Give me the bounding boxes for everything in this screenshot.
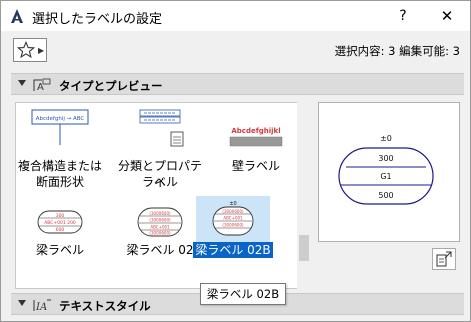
close-button[interactable]: ✕: [437, 6, 457, 26]
svg-text:(300X600): (300X600): [149, 211, 171, 216]
section-label: タイプとプレビュー: [59, 79, 163, 93]
label-type-name-line2: ラベル: [141, 175, 178, 189]
help-button[interactable]: ?: [393, 6, 413, 26]
label-type-name-line2: 断面形状: [35, 175, 84, 189]
svg-text:±0: ±0: [380, 134, 392, 143]
beam-label-preview: ±0 300 G1 500: [338, 134, 434, 205]
svg-text:G1: G1: [380, 172, 391, 181]
svg-text:IA: IA: [35, 302, 47, 313]
svg-text:ABC+001 200: ABC+001 200: [44, 220, 76, 226]
collapse-triangle-icon: [18, 300, 26, 306]
label-type-name: 複合構造または: [17, 159, 102, 173]
dialog-title: 選択したラベルの設定: [32, 12, 163, 27]
text-style-icon: IA: [33, 299, 51, 313]
beam-02-label-thumb: (300X600) (300X600) ABC+001 (300X600): [137, 207, 183, 237]
chevron-right-icon: ▶: [38, 45, 45, 55]
svg-text:ABC+001: ABC+001: [150, 225, 170, 230]
star-icon: [17, 41, 35, 59]
svg-text:300: 300: [56, 213, 65, 219]
section-label: テキストスタイル: [59, 299, 151, 313]
svg-text:ABC+001: ABC+001: [223, 216, 243, 221]
beam-02b-label-thumb: ±0 (300X600) ABC+001 (300X600): [212, 201, 254, 236]
label-type-beam[interactable]: 300 ABC+001 200 600 梁ラベル: [16, 199, 104, 259]
label-type-grid: Abcdefghij → ABC 複合構造または 断面形状 分類とプロパティ ラ…: [15, 102, 311, 289]
svg-text:(300X600): (300X600): [222, 223, 244, 228]
preview-options-button[interactable]: [432, 248, 456, 270]
label-type-classification[interactable]: 分類とプロパティ ラベル: [116, 103, 204, 197]
label-type-composite[interactable]: Abcdefghij → ABC 複合構造または 断面形状: [16, 103, 104, 197]
svg-text:300: 300: [378, 154, 393, 163]
section-type-preview[interactable]: A タイプとプレビュー: [11, 73, 464, 95]
preview-settings-icon: [436, 251, 452, 267]
svg-text:600: 600: [56, 227, 65, 233]
svg-text:±0: ±0: [229, 201, 236, 207]
beam-label-thumb: 300 ABC+001 200 600: [37, 210, 83, 234]
composite-label-thumb: Abcdefghij → ABC: [31, 109, 89, 145]
svg-text:Abcdefghijkl: Abcdefghijkl: [231, 127, 280, 135]
collapse-triangle-icon: [18, 80, 26, 86]
label-type-row-partial: [16, 269, 104, 288]
label-type-icon: A: [33, 78, 51, 93]
label-type-wall[interactable]: Abcdefghijkl 壁ラベル: [212, 103, 300, 197]
title-bar: 選択したラベルの設定 ? ✕: [1, 1, 470, 31]
selected-label-name: 梁ラベル 02B: [193, 242, 273, 258]
svg-text:Abcdefghij → ABC: Abcdefghij → ABC: [36, 116, 85, 122]
tooltip: 梁ラベル 02B: [200, 283, 286, 305]
label-type-name: 壁ラベル: [231, 159, 280, 173]
label-type-name: 梁ラベル: [35, 243, 84, 257]
svg-text:(300X600): (300X600): [149, 231, 171, 236]
svg-text:(300X600): (300X600): [149, 218, 171, 223]
svg-text:(300X600): (300X600): [222, 209, 244, 214]
archicad-logo-icon: [9, 8, 25, 24]
label-type-beam-02b[interactable]: ±0 (300X600) ABC+001 (300X600) 梁ラベル 02B: [189, 199, 277, 259]
wall-label-thumb: Abcdefghijkl: [229, 127, 283, 147]
grid-scroll-thumb[interactable]: [299, 235, 309, 261]
classification-label-thumb: [139, 109, 184, 147]
favorites-button[interactable]: ▶: [13, 38, 47, 62]
label-settings-dialog: 選択したラベルの設定 ? ✕ ▶ 選択内容: 3 編集可能: 3 A タイプとプ…: [0, 0, 471, 322]
selection-info: 選択内容: 3 編集可能: 3: [334, 44, 460, 58]
label-type-name: 梁ラベル 02B: [189, 242, 277, 258]
label-preview-panel: ±0 300 G1 500: [318, 102, 460, 242]
svg-text:500: 500: [378, 191, 393, 200]
